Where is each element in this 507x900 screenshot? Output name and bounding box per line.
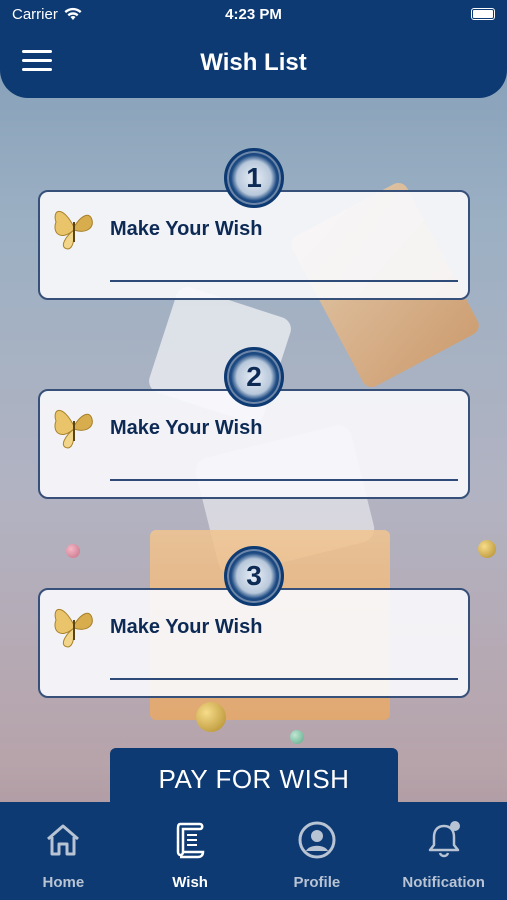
- hamburger-menu-icon[interactable]: [22, 50, 52, 74]
- tab-label: Profile: [293, 874, 341, 891]
- green-ball-decoration: [290, 730, 304, 744]
- wish-label: Make Your Wish: [110, 417, 263, 439]
- tab-label: Wish: [172, 874, 208, 891]
- header-bar: Wish List: [0, 28, 507, 98]
- page-title: Wish List: [200, 49, 307, 76]
- tab-label: Home: [42, 874, 85, 891]
- bottom-tab-bar: Home Wish Profile Notification: [0, 802, 507, 900]
- profile-icon: [298, 821, 336, 859]
- status-bar: Carrier 4:23 PM: [0, 0, 507, 28]
- tab-notification[interactable]: Notification: [380, 802, 507, 900]
- gold-ball-decoration: [196, 702, 226, 732]
- butterfly-icon: [54, 210, 93, 250]
- wish-number-badge: 1: [224, 148, 284, 208]
- wish-input-line[interactable]: [110, 479, 458, 481]
- butterfly-icon: [54, 409, 93, 449]
- wish-label: Make Your Wish: [110, 218, 263, 240]
- wish-number-badge: 3: [224, 546, 284, 606]
- wish-label: Make Your Wish: [110, 616, 263, 638]
- tab-home[interactable]: Home: [0, 802, 127, 900]
- scroll-icon: [176, 822, 205, 859]
- pink-ball-decoration: [66, 544, 80, 558]
- wish-number-badge: 2: [224, 347, 284, 407]
- wish-input-line[interactable]: [110, 280, 458, 282]
- home-icon: [47, 824, 80, 856]
- wish-input-line[interactable]: [110, 678, 458, 680]
- gold-ball-decoration: [478, 540, 496, 558]
- tab-wish[interactable]: Wish: [127, 802, 254, 900]
- tab-profile[interactable]: Profile: [254, 802, 381, 900]
- pay-for-wish-button[interactable]: PAY FOR WISH: [110, 748, 398, 810]
- clock: 4:23 PM: [225, 5, 282, 23]
- battery-icon: [471, 8, 495, 20]
- tab-label: Notification: [402, 874, 485, 891]
- bell-icon: [428, 821, 460, 858]
- butterfly-icon: [54, 608, 93, 648]
